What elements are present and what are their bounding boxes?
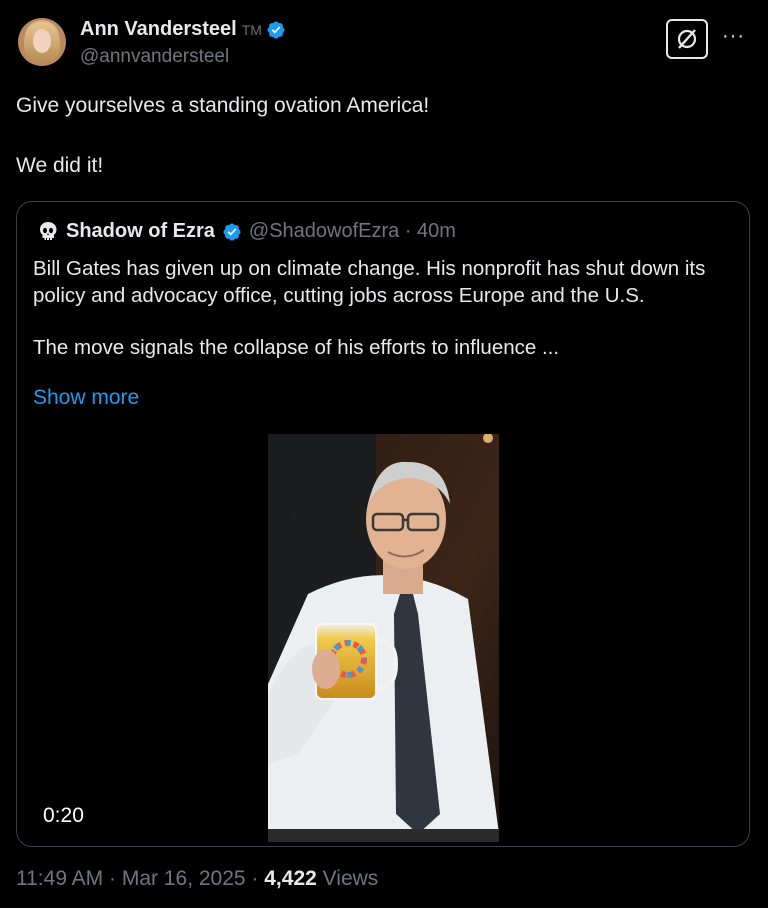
avatar-face: [33, 29, 51, 53]
tweet-line-1: Give yourselves a standing ovation Ameri…: [16, 94, 430, 117]
quote-paragraph-2: The move signals the collapse of his eff…: [33, 336, 560, 359]
video-duration: 0:20: [43, 804, 84, 827]
tweet-line-2: We did it!: [16, 154, 104, 177]
video-frame-image: [268, 434, 499, 842]
more-options-icon[interactable]: ···: [722, 26, 750, 46]
quote-author-name[interactable]: Shadow of Ezra: [66, 220, 215, 243]
grok-button[interactable]: [666, 19, 708, 59]
views-count: 4,422: [264, 867, 317, 890]
author-name-row[interactable]: Ann Vandersteel TM: [80, 18, 286, 41]
author-avatar[interactable]: [18, 18, 66, 66]
views-label: Views: [316, 867, 379, 890]
verified-badge-icon: [223, 222, 241, 241]
show-more-link[interactable]: Show more: [33, 386, 139, 410]
tweet-metadata: 11:49 AM · Mar 16, 2025 · 4,422 Views: [16, 867, 378, 891]
punisher-skull-icon[interactable]: [37, 221, 59, 243]
author-handle[interactable]: @annvandersteel: [80, 46, 229, 68]
tweet-text: Give yourselves a standing ovation Ameri…: [16, 92, 752, 212]
quote-author-handle-time[interactable]: @ShadowofEzra · 40m: [249, 220, 456, 243]
video-thumbnail[interactable]: [268, 434, 499, 842]
tweet-timestamp[interactable]: 11:49 AM · Mar 16, 2025 ·: [16, 867, 264, 890]
grok-icon: [677, 29, 697, 49]
verified-badge-icon: [267, 20, 285, 39]
quote-header: Shadow of Ezra @ShadowofEzra · 40m: [37, 220, 456, 243]
quoted-tweet-card[interactable]: Shadow of Ezra @ShadowofEzra · 40m Bill …: [16, 201, 750, 847]
quote-body: Bill Gates has given up on climate chang…: [33, 256, 733, 388]
quote-paragraph-1: Bill Gates has given up on climate chang…: [33, 257, 706, 307]
author-name[interactable]: Ann Vandersteel: [80, 18, 237, 41]
author-tm: TM: [241, 21, 262, 38]
